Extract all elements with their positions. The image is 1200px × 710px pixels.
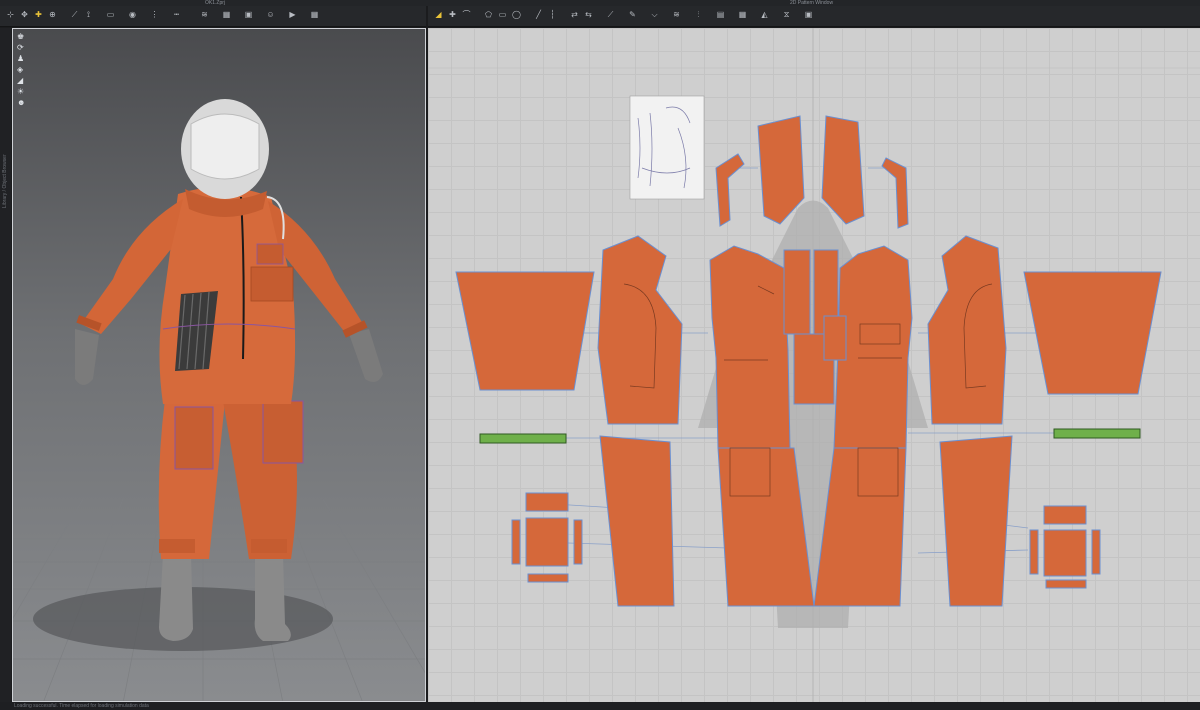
avatar-view-icon[interactable]: ♟	[17, 55, 25, 63]
pocket-side-right-b	[1091, 529, 1101, 575]
topstitch-icon[interactable]: ┅	[172, 10, 181, 19]
notch-icon[interactable]: ⌵	[650, 10, 659, 19]
transform-pattern-icon[interactable]: ◢	[434, 10, 443, 19]
person-icon[interactable]: ☻	[17, 99, 25, 107]
status-bar: Loading successful. Time elapsed for loa…	[0, 702, 1200, 710]
toolbar-2d: ◢ ✚ ⌒ ⬠ ▭ ◯ ╱ ┆ ⇄ ⇆ ⟋ ✎ ⌵ ≋ ⫶ ▤ ▦ ◭ ⧖ ▣	[428, 6, 1200, 27]
circle-icon[interactable]: ◯	[512, 10, 521, 19]
avatar-icon[interactable]: ☺	[266, 10, 275, 19]
pattern-window-2d[interactable]	[428, 28, 1200, 702]
pattern-canvas[interactable]	[428, 28, 1200, 702]
right-sleeve-piece	[1023, 271, 1162, 395]
gather-icon[interactable]: ≋	[672, 10, 681, 19]
side-panel-strip[interactable]: Library / Object Browser	[0, 28, 11, 702]
zipper-icon[interactable]: ⋮	[150, 10, 159, 19]
edit-point-icon[interactable]: ✚	[448, 10, 457, 19]
status-text: Loading successful. Time elapsed for loa…	[14, 703, 149, 709]
symmetry-icon[interactable]: ⧖	[782, 10, 791, 19]
left-leg-pocket	[174, 406, 214, 470]
chest-pocket	[256, 243, 284, 265]
hood-side-right-piece	[881, 157, 909, 229]
quilted-panel	[250, 266, 294, 302]
left-hand	[75, 329, 99, 385]
pocket-bottom-left	[527, 573, 569, 583]
seam-icon[interactable]: ┆	[548, 10, 557, 19]
rectangle-icon[interactable]: ▭	[498, 10, 507, 19]
left-ankle-cuff	[159, 539, 195, 553]
fabric-icon[interactable]: ◢	[17, 77, 25, 85]
helmet-visor	[190, 113, 260, 180]
hood-side-left-piece	[715, 153, 745, 227]
pocket-flap-right	[1043, 505, 1087, 525]
pocket-bottom-right	[1045, 579, 1087, 589]
right-hand	[349, 329, 383, 383]
elastic-band-left	[479, 433, 567, 444]
fold-arrangement-icon[interactable]: ⟋	[606, 10, 615, 19]
pocket-side-left-a	[511, 519, 521, 565]
avatar-scene[interactable]	[13, 29, 426, 702]
pleat-icon[interactable]: ⫶	[694, 10, 703, 19]
puckering-icon[interactable]: ≋	[200, 10, 209, 19]
viewport-quick-icons: ♚ ⟳ ♟ ◈ ◢ ☀ ☻	[17, 33, 25, 110]
move-icon[interactable]: ✥	[20, 10, 29, 19]
reference-image[interactable]	[629, 95, 705, 200]
viewport-3d[interactable]: ♚ ⟳ ♟ ◈ ◢ ☀ ☻	[12, 28, 426, 702]
fold-icon[interactable]: ⟋	[70, 10, 79, 19]
pocket-side-left-b	[573, 519, 583, 565]
left-boot	[159, 554, 193, 641]
polygon-icon[interactable]: ⬠	[484, 10, 493, 19]
pocket-body-left	[525, 517, 569, 567]
center-panel-d	[823, 315, 847, 361]
tape-icon[interactable]: ▭	[106, 10, 115, 19]
internal-line-icon[interactable]: ╱	[534, 10, 543, 19]
texture-icon[interactable]: ▦	[222, 10, 231, 19]
gizmo-icon[interactable]: ⊕	[48, 10, 57, 19]
trouser-left-outer-piece	[599, 435, 675, 607]
curve-icon[interactable]: ⌒	[462, 10, 471, 19]
graphic-icon-2d[interactable]: ▣	[804, 10, 813, 19]
graphic-icon[interactable]: ▣	[244, 10, 253, 19]
grid-icon[interactable]: ▦	[310, 10, 319, 19]
simulate-icon[interactable]: ▶	[288, 10, 297, 19]
hood-right-piece	[821, 115, 865, 225]
lamp-icon[interactable]: ☀	[17, 88, 25, 96]
trace-icon[interactable]: ✎	[628, 10, 637, 19]
hood-left-piece	[757, 115, 805, 225]
toolbar-3d: ⊹ ✥ ✚ ⊕ ⟋ ⟟ ▭ ◉ ⋮ ┅ ≋ ▦ ▣ ☺ ▶ ▦	[0, 6, 426, 27]
back-left-piece	[597, 235, 683, 425]
left-sleeve-piece	[455, 271, 595, 391]
select-icon[interactable]: ⊹	[6, 10, 15, 19]
trouser-right-outer-piece	[939, 435, 1013, 607]
pocket-body-right	[1043, 529, 1087, 577]
segment-sewing-icon[interactable]: ⇄	[570, 10, 579, 19]
front-left-piece	[709, 245, 791, 449]
side-panel-label: Library / Object Browser	[2, 154, 8, 208]
simulation-icon[interactable]: ⟳	[17, 44, 25, 52]
texture-view-icon[interactable]: ◈	[17, 66, 25, 74]
button-icon[interactable]: ◉	[128, 10, 137, 19]
measure-icon[interactable]: ⟟	[84, 10, 93, 19]
elastic-band-right	[1053, 428, 1141, 439]
layout-icon[interactable]: ▤	[716, 10, 725, 19]
back-right-piece	[927, 235, 1007, 425]
pocket-flap-left	[525, 492, 569, 512]
center-panel-a	[783, 249, 811, 335]
right-leg-pocket	[262, 400, 304, 464]
free-sewing-icon[interactable]: ⇆	[584, 10, 593, 19]
pocket-side-right-a	[1029, 529, 1039, 575]
right-ankle-cuff	[251, 539, 287, 553]
pin-icon[interactable]: ✚	[34, 10, 43, 19]
garment-icon[interactable]: ♚	[17, 33, 25, 41]
dart-icon[interactable]: ◭	[760, 10, 769, 19]
grid-icon-2d[interactable]: ▦	[738, 10, 747, 19]
